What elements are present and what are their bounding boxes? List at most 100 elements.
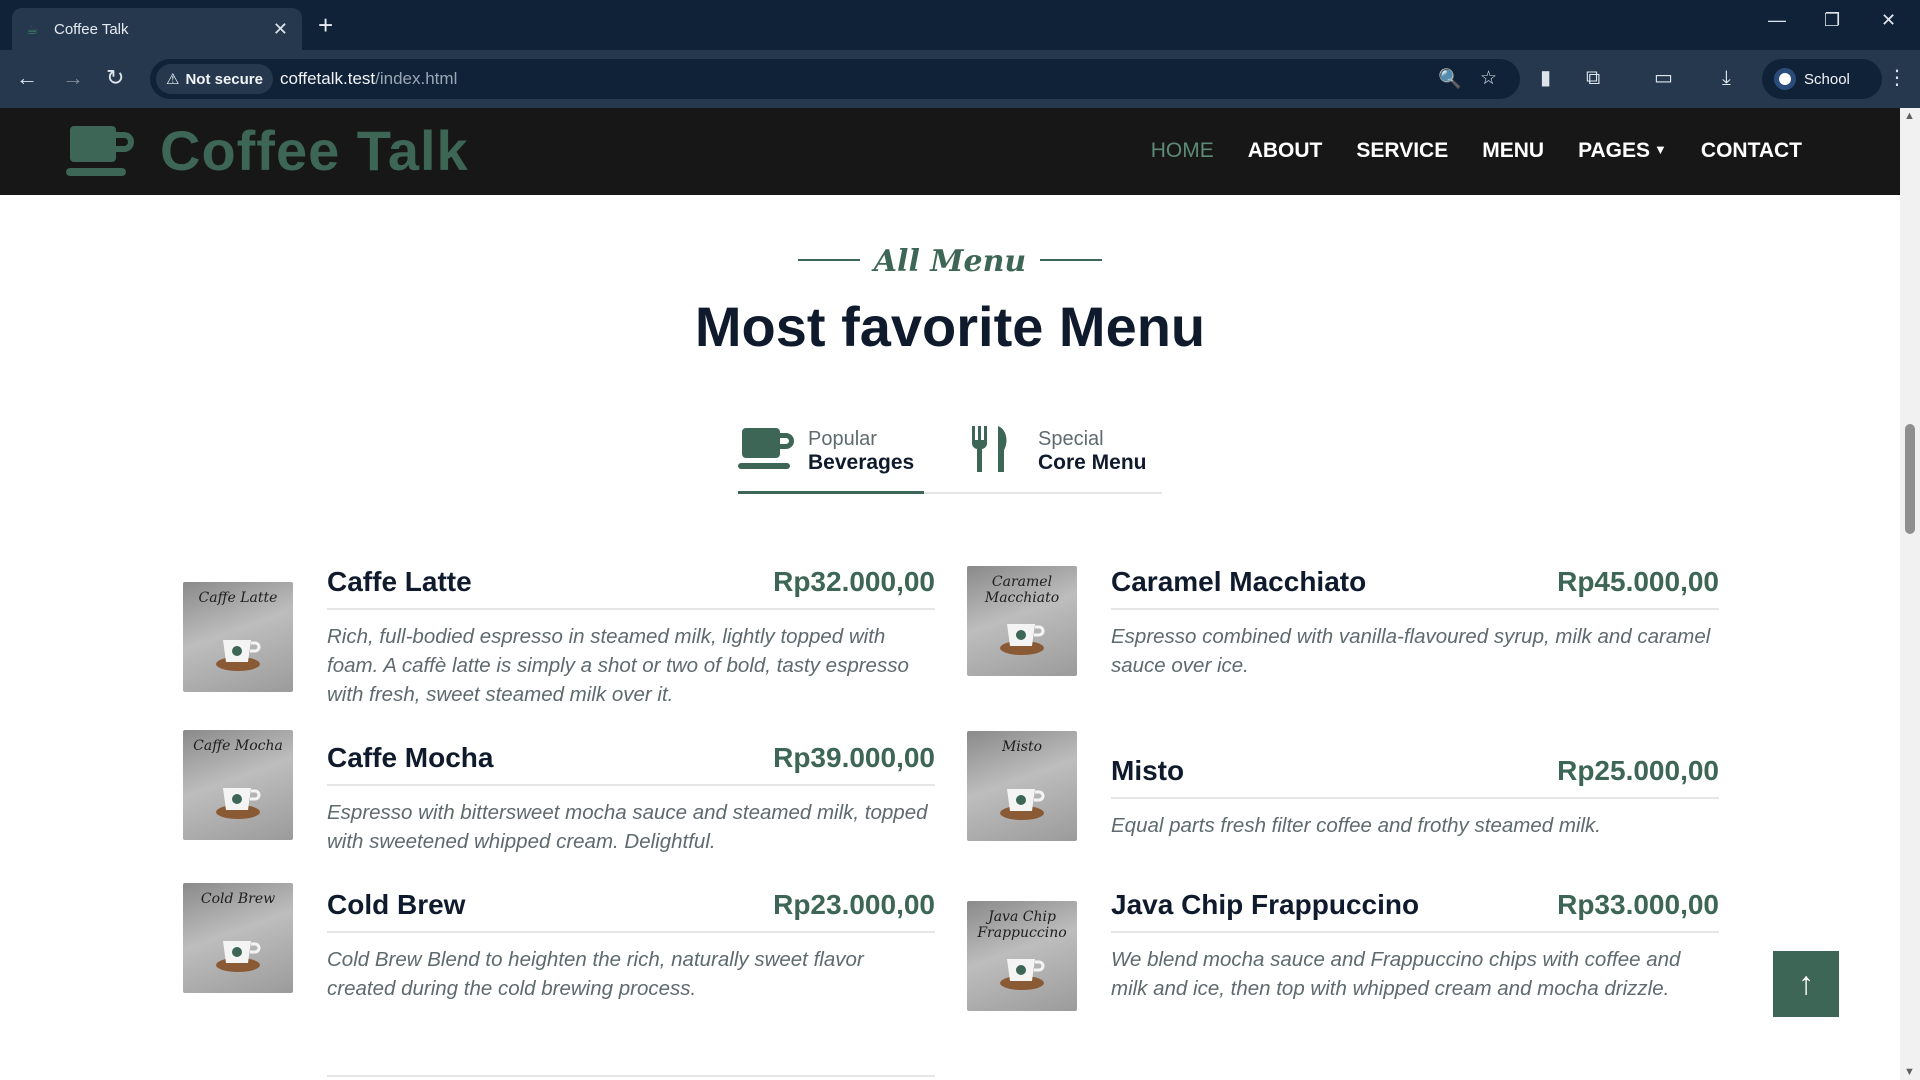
close-tab-icon[interactable]: ✕ bbox=[273, 19, 288, 40]
menu-item-description: Espresso combined with vanilla-flavoured… bbox=[1111, 625, 1711, 677]
security-chip[interactable]: ⚠ Not secure bbox=[156, 64, 273, 94]
caret-down-icon: ▼ bbox=[1654, 142, 1667, 157]
url-host: coffetalk.test bbox=[280, 69, 376, 88]
nav-service[interactable]: SERVICE bbox=[1356, 139, 1448, 163]
close-window-icon[interactable]: ✕ bbox=[1881, 10, 1896, 31]
coffee-photo-icon bbox=[1000, 789, 1045, 820]
menu-item-header: Caffe Latte Rp32.000,00 bbox=[327, 566, 935, 610]
menu-item-description: Rich, full-bodied espresso in steamed mi… bbox=[327, 625, 909, 706]
coffee-photo-icon bbox=[216, 788, 261, 819]
extensions-puzzle-icon[interactable]: ⧉ bbox=[1586, 66, 1600, 90]
menu-item-body: Cold Brew Rp23.000,00 Cold Brew Blend to h… bbox=[327, 889, 935, 1003]
menu-item-price: Rp45.000,00 bbox=[1557, 566, 1719, 597]
menu-item-photo: Caramel Macchiato bbox=[967, 566, 1077, 676]
bookmark-star-icon[interactable]: ☆ bbox=[1480, 67, 1497, 90]
tab-special-big: Core Menu bbox=[1038, 451, 1147, 474]
coffee-favicon-icon: ☕ bbox=[26, 21, 39, 37]
photo-caption: Caramel Macchiato bbox=[984, 574, 1060, 606]
nav-pages-label: PAGES bbox=[1578, 139, 1651, 162]
minimize-icon[interactable]: — bbox=[1768, 10, 1786, 31]
menu-item-name: Java Chip Frappuccino bbox=[1111, 889, 1420, 920]
menu-item-name: Cold Brew bbox=[327, 889, 466, 920]
coffee-photo-icon bbox=[1000, 624, 1045, 655]
photo-caption: Caffe Mocha bbox=[193, 738, 283, 754]
menu-item-description: Equal parts fresh filter coffee and frot… bbox=[1111, 814, 1601, 837]
browser-tab-title: Coffee Talk bbox=[54, 20, 129, 38]
tab-popular-big: Beverages bbox=[808, 451, 915, 474]
tab-special-core-menu[interactable]: Special Core Menu bbox=[968, 426, 1158, 494]
menu-item-header: Misto Rp25.000,00 bbox=[1111, 755, 1719, 799]
menu-item-header: Cold Brew Rp23.000,00 bbox=[327, 889, 935, 933]
menu-item-header: Java Chip Frappuccino Rp33.000,00 bbox=[1111, 889, 1719, 933]
warning-icon: ⚠ bbox=[166, 71, 180, 88]
menu-item-name: Misto bbox=[1111, 755, 1185, 786]
new-tab-button[interactable]: + bbox=[318, 11, 333, 39]
profile-button[interactable]: School bbox=[1762, 59, 1882, 99]
profile-avatar bbox=[1774, 68, 1796, 90]
menu-item-description: Espresso with bittersweet mocha sauce an… bbox=[327, 801, 928, 853]
forward-icon[interactable]: → bbox=[62, 64, 84, 92]
coffee-cup-icon bbox=[738, 428, 794, 469]
utensils-icon bbox=[972, 426, 1007, 472]
nav-home[interactable]: HOME bbox=[1151, 139, 1214, 163]
menu-item-photo: Caffe Latte bbox=[183, 582, 293, 692]
menu-item-price: Rp25.000,00 bbox=[1557, 755, 1719, 786]
photo-caption: Java Chip Frappuccino bbox=[977, 909, 1067, 941]
menu-item-price: Rp23.000,00 bbox=[773, 889, 935, 920]
url-text[interactable]: coffetalk.test/index.html bbox=[280, 69, 457, 89]
menu-item-photo: Misto bbox=[967, 731, 1077, 841]
photo-caption: Caffe Latte bbox=[198, 590, 278, 606]
menu-item-photo: Cold Brew bbox=[183, 883, 293, 993]
nav-contact[interactable]: CONTACT bbox=[1701, 139, 1802, 163]
not-secure-label: Not secure bbox=[185, 70, 263, 88]
brand-name: Coffee Talk bbox=[160, 119, 469, 182]
browser-tab[interactable]: ☕ Coffee Talk ✕ bbox=[12, 8, 302, 50]
nav-menu[interactable]: MENU bbox=[1482, 139, 1544, 163]
more-menu-icon[interactable]: ⋮ bbox=[1887, 66, 1907, 90]
arrow-up-icon: ↑ bbox=[1798, 965, 1814, 1001]
menu-item-body: Misto Rp25.000,00 Equal parts fresh filter… bbox=[1111, 755, 1719, 840]
eyebrow-line-left bbox=[797, 259, 860, 261]
menu-item-price: Rp39.000,00 bbox=[773, 742, 935, 773]
menu-item-name: Caffe Mocha bbox=[327, 742, 494, 773]
coffee-photo-icon bbox=[1000, 959, 1045, 990]
menu-item-body: Caramel Macchiato Rp45.000,00 Espresso com… bbox=[1111, 566, 1719, 680]
menu-item-header: Caffe Mocha Rp39.000,00 bbox=[327, 742, 935, 786]
url-path: /index.html bbox=[375, 69, 458, 88]
site-navbar: Coffee Talk HOME ABOUT SERVICE MENU PAGE… bbox=[0, 108, 1900, 195]
extension-docs-icon[interactable]: ▮ bbox=[1540, 66, 1551, 90]
zoom-icon[interactable]: 🔍 bbox=[1438, 67, 1462, 91]
eyebrow-text: All Menu bbox=[873, 244, 1027, 279]
back-to-top-button[interactable]: ↑ bbox=[1773, 951, 1839, 1017]
page-scrollbar[interactable]: ▲ ▼ bbox=[1900, 108, 1920, 1080]
menu-tabs: Popular Beverages Special Core Menu bbox=[738, 426, 1162, 494]
tab-special-small: Special bbox=[1038, 428, 1104, 450]
coffee-photo-icon bbox=[216, 941, 261, 972]
nav-about[interactable]: ABOUT bbox=[1248, 139, 1323, 163]
eyebrow-line-right bbox=[1040, 259, 1103, 261]
tab-popular-beverages[interactable]: Popular Beverages bbox=[738, 426, 924, 494]
scrollbar-thumb[interactable] bbox=[1905, 424, 1915, 534]
brand-logo[interactable]: Coffee Talk bbox=[66, 118, 469, 183]
browser-toolbar: ← → ↻ ⚠ Not secure coffetalk.test/index.… bbox=[0, 50, 1920, 108]
section-eyebrow: All Menu bbox=[0, 244, 1900, 279]
menu-item-name: Caffe Latte bbox=[327, 566, 472, 597]
reload-icon[interactable]: ↻ bbox=[106, 64, 124, 92]
menu-item-photo: Caffe Mocha bbox=[183, 730, 293, 840]
tab-popular-small: Popular bbox=[808, 428, 877, 450]
back-icon[interactable]: ← bbox=[16, 64, 38, 92]
scroll-down-icon[interactable]: ▼ bbox=[1904, 1066, 1915, 1078]
browser-tab-strip: ☕ Coffee Talk ✕ + — ❐ ✕ bbox=[0, 0, 1920, 50]
section-title: Most favorite Menu bbox=[694, 295, 1206, 358]
menu-item-price: Rp33.000,00 bbox=[1557, 889, 1719, 920]
menu-item-body: Caffe Latte Rp32.000,00 Rich, full-bodied … bbox=[327, 566, 935, 709]
scroll-up-icon[interactable]: ▲ bbox=[1904, 110, 1915, 122]
restore-icon[interactable]: ❐ bbox=[1824, 10, 1840, 31]
address-bar[interactable]: ⚠ Not secure coffetalk.test/index.html 🔍… bbox=[150, 59, 1520, 99]
coffee-cup-logo-icon bbox=[66, 125, 134, 176]
menu-item-description: Cold Brew Blend to heighten the rich, na… bbox=[327, 948, 864, 1000]
menu-item-body: Caffe Mocha Rp39.000,00 Espresso with bitt… bbox=[327, 742, 935, 856]
nav-pages-dropdown[interactable]: PAGES ▼ bbox=[1578, 139, 1667, 163]
cast-search-icon[interactable]: ▭ bbox=[1654, 66, 1673, 90]
download-icon[interactable]: ⤓ bbox=[1722, 66, 1731, 90]
